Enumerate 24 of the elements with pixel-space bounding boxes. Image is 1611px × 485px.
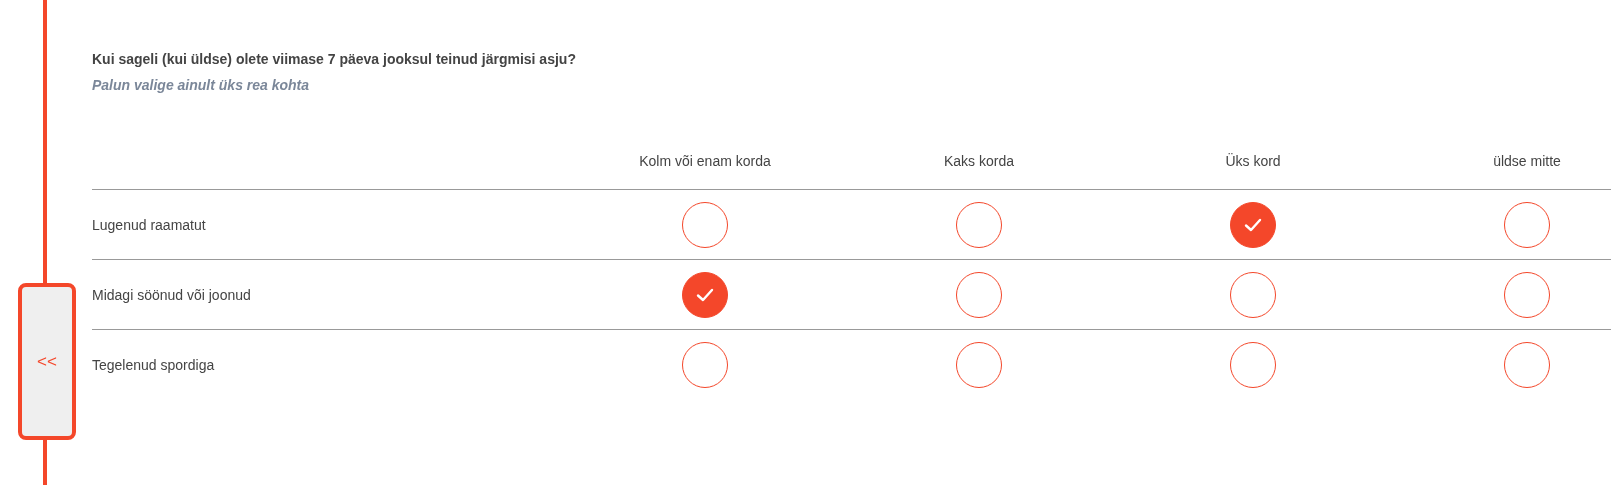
radio-button[interactable] xyxy=(956,201,1002,248)
radio-button[interactable] xyxy=(1504,201,1550,248)
radio-button[interactable] xyxy=(1504,271,1550,318)
column-header: üldse mitte xyxy=(1493,153,1561,169)
radio-button[interactable] xyxy=(1230,201,1276,248)
check-icon xyxy=(696,287,714,302)
column-header: Kaks korda xyxy=(943,153,1014,169)
radio-button[interactable] xyxy=(1504,341,1550,388)
radio-button[interactable] xyxy=(682,271,728,318)
question-title: Kui sageli (kui üldse) olete viimase 7 päeva jooksul teinud järgmisi asju? xyxy=(92,51,577,67)
check-icon xyxy=(1244,217,1262,232)
row-label: Tegelenud spordiga xyxy=(92,356,215,373)
row-label: Lugenud raamatut xyxy=(92,216,206,233)
radio-button[interactable] xyxy=(1230,271,1276,318)
radio-button[interactable] xyxy=(682,201,728,248)
radio-button[interactable] xyxy=(1230,341,1276,388)
radio-button[interactable] xyxy=(956,341,1002,388)
row-label: Midagi söönud või joonud xyxy=(92,286,251,303)
back-button[interactable]: << xyxy=(18,283,76,440)
radio-button[interactable] xyxy=(682,341,728,388)
column-header: Kolm või enam korda xyxy=(639,153,771,169)
radio-button[interactable] xyxy=(956,271,1002,318)
column-header: Üks kord xyxy=(1225,153,1281,169)
question-hint: Palun valige ainult üks rea kohta xyxy=(92,77,311,93)
